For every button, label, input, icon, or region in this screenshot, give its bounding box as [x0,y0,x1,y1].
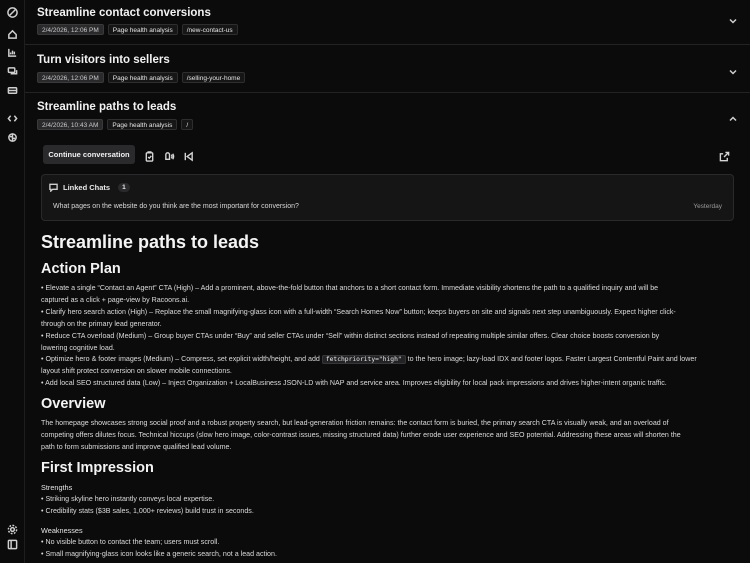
chat-bubble-icon [49,183,58,192]
report-meta: 2/4/2026, 12:06 PM Page health analysis … [37,24,238,35]
action-plan-line: layout shift protect conversion on slowe… [41,367,232,376]
optimize-text: • Optimize hero & footer images (Medium)… [41,355,322,364]
type-badge: Page health analysis [107,24,178,35]
report-meta: 2/4/2026, 10:43 AM Page health analysis … [37,119,194,130]
logo-icon[interactable] [6,6,19,19]
chat-icon[interactable] [6,65,19,78]
report-content: Streamline paths to leads Action Plan • … [41,232,741,561]
chevron-down-icon[interactable] [728,13,738,24]
overview-line: path to form submissions and improve qua… [41,442,232,451]
weaknesses-label: Weaknesses [41,525,83,535]
sidebar [0,0,25,563]
external-link-icon[interactable] [719,149,730,162]
inline-code: fetchpriority="high" [321,355,406,365]
linked-chats-header: Linked Chats 1 [49,183,130,192]
report-item-expanded[interactable]: Streamline paths to leads 2/4/2026, 10:4… [25,93,750,138]
inbox-icon[interactable] [6,84,19,97]
code-icon[interactable] [6,112,19,125]
path-badge: / [181,119,194,130]
report-title[interactable]: Streamline contact conversions [37,7,211,19]
action-plan-line: through on the primary lead generator. [41,319,162,328]
panel-icon[interactable] [6,538,19,551]
date-badge: 2/4/2026, 12:06 PM [37,72,104,83]
action-plan-line: • Reduce CTA overload (Medium) – Group b… [41,331,660,340]
action-plan-line: • Clarify hero search action (High) – Re… [41,307,676,316]
date-badge: 2/4/2026, 12:06 PM [37,24,104,35]
home-icon[interactable] [6,28,19,41]
clipboard-icon[interactable] [144,149,155,162]
report-title[interactable]: Streamline paths to leads [37,101,176,113]
chart-icon[interactable] [6,46,19,59]
report-item[interactable]: Streamline contact conversions 2/4/2026,… [25,0,750,45]
report-meta: 2/4/2026, 12:06 PM Page health analysis … [37,72,246,83]
report-item[interactable]: Turn visitors into sellers 2/4/2026, 12:… [25,45,750,93]
type-badge: Page health analysis [107,119,178,130]
weakness-item: • Small magnifying-glass icon looks like… [41,549,277,558]
action-plan-line: • Add local SEO structured data (Low) – … [41,379,667,388]
rewind-icon[interactable] [183,149,194,162]
overview-line: competing offers dilutes focus. Technica… [41,431,681,440]
optimize-text: to the hero image; lazy-load IDX and foo… [405,355,697,364]
first-impression-heading: First Impression [41,459,154,476]
settings-icon[interactable] [6,523,19,536]
action-plan-line: lowering cognitive load. [41,343,115,352]
action-plan-line: • Optimize hero & footer images (Medium)… [41,354,741,366]
strength-item: • Striking skyline hero instantly convey… [41,494,215,503]
continue-conversation-button[interactable]: Continue conversation [43,145,135,164]
overview-heading: Overview [41,396,106,413]
chevron-up-icon[interactable] [728,111,738,122]
linked-chats-count: 1 [118,183,130,192]
voice-icon[interactable] [164,149,175,160]
action-plan-heading: Action Plan [41,261,121,277]
strengths-label: Strengths [41,482,73,492]
path-badge: /selling-your-home [181,72,246,83]
linked-chat-time: Yesterday [693,203,722,210]
action-plan-line: captured as a click + page-view by Racoo… [41,295,190,304]
linked-chats-panel: Linked Chats 1 What pages on the website… [41,174,734,221]
report-title[interactable]: Turn visitors into sellers [37,54,170,66]
date-badge: 2/4/2026, 10:43 AM [37,119,104,130]
linked-chat-question[interactable]: What pages on the website do you think a… [53,203,299,210]
strength-item: • Credibility stats ($3B sales, 1,000+ r… [41,506,254,515]
path-badge: /new-contact-us [181,24,238,35]
brain-icon[interactable] [6,131,19,144]
overview-line: The homepage showcases strong social pro… [41,419,669,428]
type-badge: Page health analysis [107,72,178,83]
report-heading: Streamline paths to leads [41,232,260,252]
action-plan-line: • Elevate a single “Contact an Agent” CT… [41,284,659,292]
weakness-item: • No visible button to contact the team;… [41,537,220,546]
main-content: Streamline contact conversions 2/4/2026,… [25,0,750,563]
chevron-down-icon[interactable] [728,64,738,75]
linked-chats-label: Linked Chats [63,183,111,192]
